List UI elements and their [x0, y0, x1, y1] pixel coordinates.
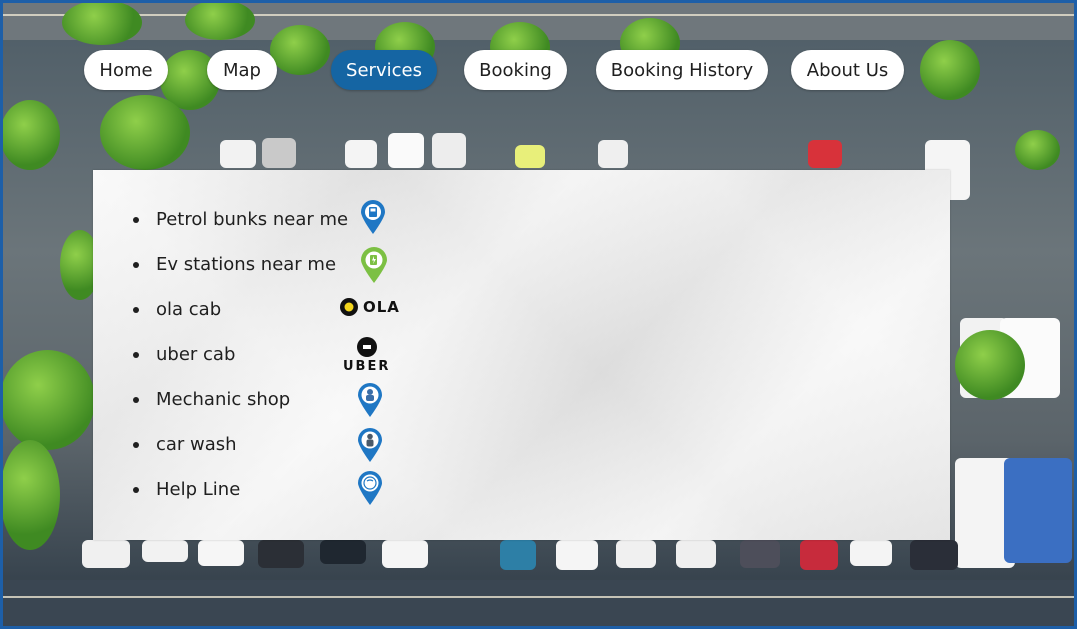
nav-booking-history-button[interactable]: Booking History [596, 50, 768, 90]
services-panel: Petrol bunks near me Ev stations near me [93, 170, 950, 540]
car-wash-pin-icon[interactable] [357, 422, 383, 468]
uber-logo[interactable]: UBER [343, 332, 390, 378]
uber-wordmark: UBER [343, 359, 391, 374]
nav-home-button[interactable]: Home [84, 50, 168, 90]
ev-station-pin-icon[interactable] [360, 242, 388, 288]
service-uber-cab[interactable]: uber cab UBER [133, 332, 388, 377]
service-label: uber cab [156, 344, 236, 365]
service-label: car wash [156, 434, 237, 455]
petrol-pump-pin-icon[interactable] [360, 197, 386, 237]
service-petrol-bunks[interactable]: Petrol bunks near me [133, 197, 385, 242]
service-ev-stations[interactable]: Ev stations near me [133, 242, 387, 287]
bullet [133, 351, 139, 358]
service-label: Ev stations near me [156, 254, 337, 275]
bullet [133, 396, 139, 403]
nav-booking-button[interactable]: Booking [464, 50, 567, 90]
bullet [133, 261, 139, 268]
service-label: Petrol bunks near me [156, 209, 349, 230]
service-mechanic-shop[interactable]: Mechanic shop [133, 377, 382, 422]
service-ola-cab[interactable]: ola cab OLA [133, 287, 399, 332]
services-list: Petrol bunks near me Ev stations near me [133, 197, 399, 512]
ola-wordmark: OLA [363, 298, 400, 316]
nav-map-button[interactable]: Map [207, 50, 277, 90]
uber-circle-icon [356, 337, 377, 357]
bullet [133, 306, 139, 313]
ola-logo[interactable]: OLA [339, 287, 400, 327]
mechanic-pin-icon[interactable] [357, 377, 383, 423]
bullet [133, 441, 139, 448]
service-label: Mechanic shop [156, 389, 291, 410]
service-car-wash[interactable]: car wash [133, 422, 382, 467]
nav-about-us-button[interactable]: About Us [791, 50, 904, 90]
service-help-line[interactable]: Help Line [133, 467, 382, 512]
service-label: Help Line [156, 479, 241, 500]
bullet [133, 216, 139, 223]
nav-services-button[interactable]: Services [331, 50, 437, 90]
service-label: ola cab [156, 299, 222, 320]
helpline-24-7-pin-icon[interactable] [357, 467, 383, 509]
bullet [133, 486, 139, 493]
ola-circle-icon [340, 298, 358, 316]
